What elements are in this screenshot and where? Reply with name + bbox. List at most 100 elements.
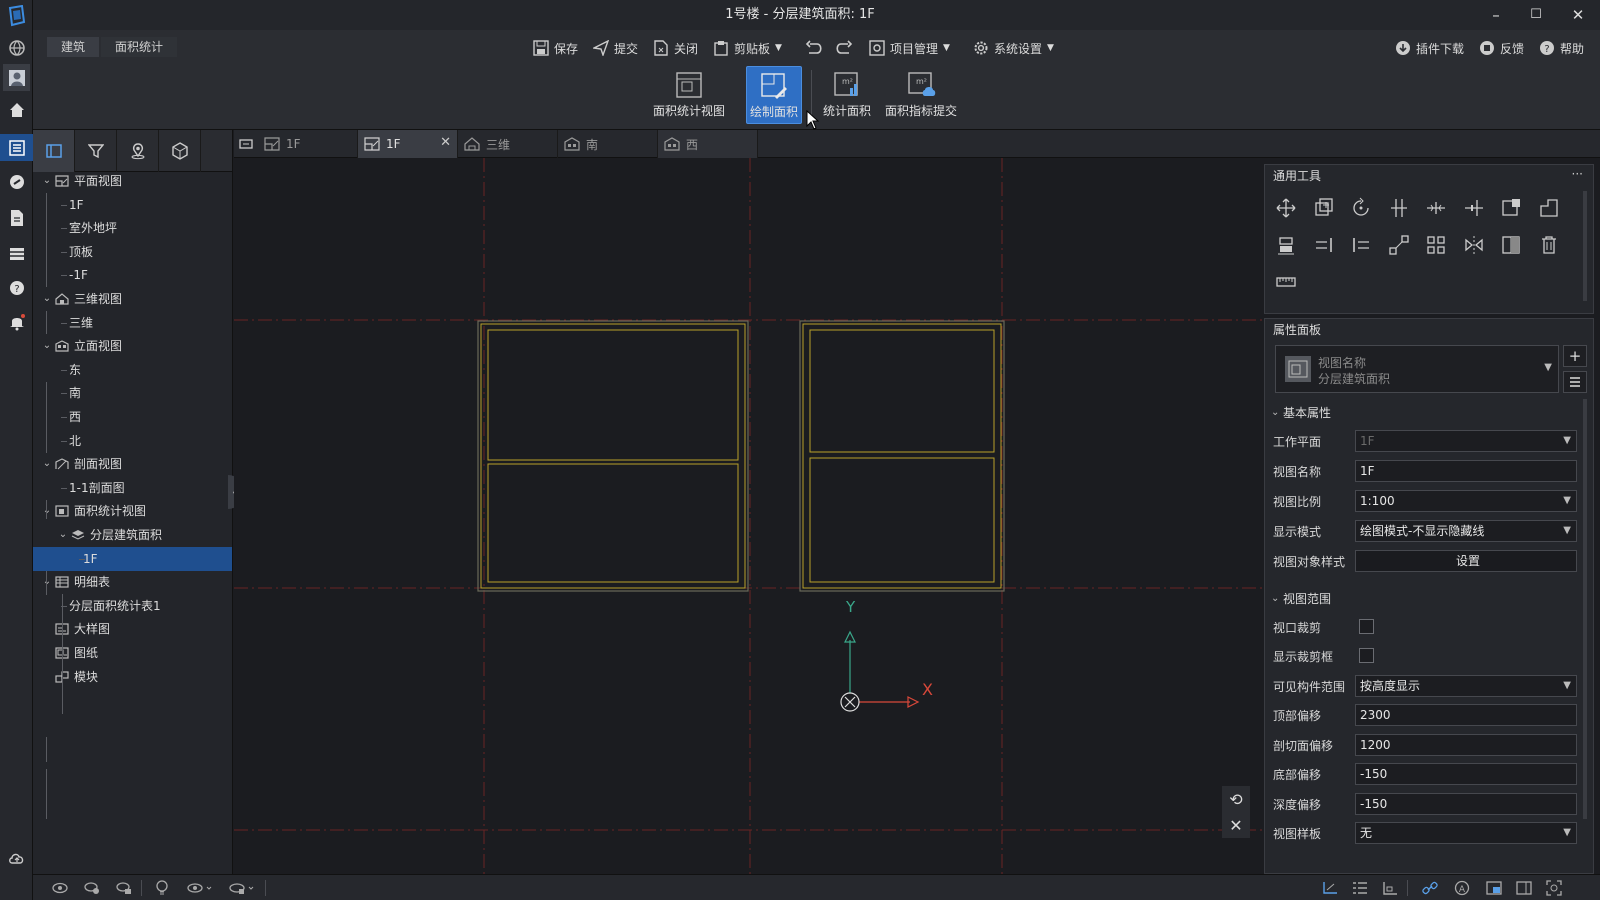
breadcrumb-area-stats[interactable]: 面积统计 xyxy=(101,37,178,57)
more-options-icon[interactable]: ··· xyxy=(1572,167,1583,181)
expand-chevron-icon[interactable]: ⌄ xyxy=(41,452,53,476)
connect-nodes-button[interactable] xyxy=(1384,230,1414,260)
section-view-range[interactable]: ⌄ 视图范围 xyxy=(1265,587,1585,611)
array-tool-button[interactable] xyxy=(1496,193,1526,223)
panel-toggle-icon[interactable] xyxy=(1513,878,1535,898)
undo-button[interactable] xyxy=(805,36,823,60)
bottom-offset-input[interactable]: -150 xyxy=(1355,763,1577,785)
save-button[interactable]: 保存 xyxy=(533,36,578,60)
view-template-select[interactable]: 无 ▼ xyxy=(1355,822,1577,844)
lightbulb-icon[interactable] xyxy=(151,878,173,898)
project-list-icon[interactable] xyxy=(0,134,33,161)
extend-tool-button[interactable] xyxy=(1534,193,1564,223)
section-basic-properties[interactable]: ⌄ 基本属性 xyxy=(1265,401,1585,425)
view-tab-3d[interactable]: 三维 xyxy=(458,130,558,158)
ribbon-area-stat-view-button[interactable]: 面积统计视图 xyxy=(651,66,727,124)
align-left-button[interactable] xyxy=(1309,230,1339,260)
reset-view-icon[interactable]: ⟲ xyxy=(1229,790,1242,809)
rotate-tool-button[interactable] xyxy=(1346,193,1376,223)
ribbon-draw-area-button[interactable]: 绘制面积 xyxy=(746,66,802,124)
document-icon[interactable] xyxy=(3,204,30,231)
link-chain-icon[interactable] xyxy=(1419,878,1441,898)
tree-item[interactable]: 东 xyxy=(33,358,232,382)
visibility-icon[interactable] xyxy=(49,878,71,898)
sidebar-tab-location[interactable] xyxy=(117,130,159,172)
sidebar-tab-filter[interactable] xyxy=(75,130,117,172)
coordinate-system-icon[interactable] xyxy=(1319,878,1341,898)
view-tab-south[interactable]: 南 xyxy=(558,130,658,158)
user-avatar-icon[interactable] xyxy=(3,64,30,91)
tree-item[interactable]: 1F xyxy=(33,546,232,571)
help-button[interactable]: ? 帮助 xyxy=(1539,36,1584,60)
view-tab-west[interactable]: 西 xyxy=(658,130,758,158)
minimize-button[interactable]: – xyxy=(1474,0,1518,30)
snap-icon[interactable] xyxy=(1379,878,1401,898)
offset-tool-button[interactable] xyxy=(1384,193,1414,223)
ribbon-stat-area-button[interactable]: m² 统计面积 xyxy=(819,66,875,124)
tree-item[interactable]: ⌄ 三维视图 xyxy=(33,287,232,311)
project-management-button[interactable]: 项目管理 ▼ xyxy=(869,36,950,60)
hide-element-icon[interactable] xyxy=(81,878,103,898)
ribbon-submit-index-button[interactable]: m² 面积指标提交 xyxy=(883,66,959,124)
link-icon[interactable] xyxy=(3,168,30,195)
view-tab-area-1f[interactable]: 1F ✕ xyxy=(358,130,458,158)
mirror-tool-button[interactable] xyxy=(1459,230,1489,260)
tree-item[interactable]: 南 xyxy=(33,381,232,405)
tree-item[interactable]: ⌄ 明细表 xyxy=(33,570,232,594)
expand-chevron-icon[interactable]: ⌄ xyxy=(41,499,53,523)
sidebar-tab-views[interactable] xyxy=(33,130,75,172)
close-window-button[interactable]: ✕ xyxy=(1556,0,1600,30)
tree-item[interactable]: ⌄ 面积统计视图 xyxy=(33,499,232,523)
tab-menu-button[interactable] xyxy=(234,130,258,158)
close-project-button[interactable]: 关闭 xyxy=(653,36,698,60)
move-tool-button[interactable] xyxy=(1271,193,1301,223)
depth-offset-input[interactable]: -150 xyxy=(1355,793,1577,815)
redo-button[interactable] xyxy=(835,36,853,60)
isolate-element-icon[interactable] xyxy=(113,878,135,898)
close-tab-icon[interactable]: ✕ xyxy=(440,135,451,150)
area-region-left[interactable] xyxy=(477,320,749,592)
expand-chevron-icon[interactable]: ⌄ xyxy=(41,334,53,358)
object-style-settings-button[interactable]: 设置 xyxy=(1355,550,1577,572)
measure-ruler-button[interactable] xyxy=(1271,267,1301,297)
expand-chevron-icon[interactable]: ⌄ xyxy=(57,523,69,547)
view-scale-select[interactable]: 1:100 ▼ xyxy=(1355,490,1577,512)
tree-item[interactable]: 室外地坪 xyxy=(33,216,232,240)
view-name-input[interactable]: 1F xyxy=(1355,460,1577,482)
render-style-dropdown[interactable] xyxy=(225,878,259,898)
close-canvas-tool-icon[interactable]: ✕ xyxy=(1229,816,1242,835)
sidebar-tab-model[interactable] xyxy=(159,130,201,172)
split-tool-button[interactable] xyxy=(1421,193,1451,223)
tree-item[interactable]: ⌄ 立面视图 xyxy=(33,334,232,358)
tree-item[interactable]: 1-1剖面图 xyxy=(33,476,232,500)
tree-item[interactable]: 三维 xyxy=(33,311,232,335)
tools-scrollbar[interactable] xyxy=(1583,191,1587,301)
plugin-download-button[interactable]: 插件下载 xyxy=(1395,36,1464,60)
zoom-fit-icon[interactable] xyxy=(1543,878,1565,898)
system-settings-button[interactable]: 系统设置 ▼ xyxy=(973,36,1054,60)
drawing-canvas[interactable]: Y X ⟲ ✕ xyxy=(234,158,1264,874)
top-offset-input[interactable]: 2300 xyxy=(1355,704,1577,726)
expand-chevron-icon[interactable]: ⌄ xyxy=(41,287,53,311)
show-crop-box-checkbox[interactable] xyxy=(1359,648,1374,663)
expand-chevron-icon[interactable]: ⌄ xyxy=(41,570,53,594)
visible-range-select[interactable]: 按高度显示 ▼ xyxy=(1355,675,1577,697)
area-region-right[interactable] xyxy=(799,320,1005,592)
copy-tool-button[interactable] xyxy=(1309,193,1339,223)
viewport-crop-checkbox[interactable] xyxy=(1359,619,1374,634)
submit-button[interactable]: 提交 xyxy=(593,36,638,60)
feedback-button[interactable]: 反馈 xyxy=(1479,36,1524,60)
tree-item[interactable]: ⌄ 平面视图 xyxy=(33,169,232,193)
clipboard-button[interactable]: 剪贴板 ▼ xyxy=(713,36,782,60)
section-box-icon[interactable] xyxy=(1483,878,1505,898)
trim-tool-button[interactable] xyxy=(1459,193,1489,223)
tree-item[interactable]: 北 xyxy=(33,429,232,453)
align-bottom-button[interactable] xyxy=(1271,230,1301,260)
layer-list-icon[interactable] xyxy=(1349,878,1371,898)
display-mode-select[interactable]: 绘图模式-不显示隐藏线 ▼ xyxy=(1355,520,1577,542)
group-tool-button[interactable] xyxy=(1421,230,1451,260)
globe-settings-icon[interactable] xyxy=(3,34,30,61)
tree-item[interactable]: ⌄ 剖面视图 xyxy=(33,452,232,476)
split-view-button[interactable] xyxy=(1496,230,1526,260)
add-view-type-button[interactable]: + xyxy=(1563,345,1587,367)
